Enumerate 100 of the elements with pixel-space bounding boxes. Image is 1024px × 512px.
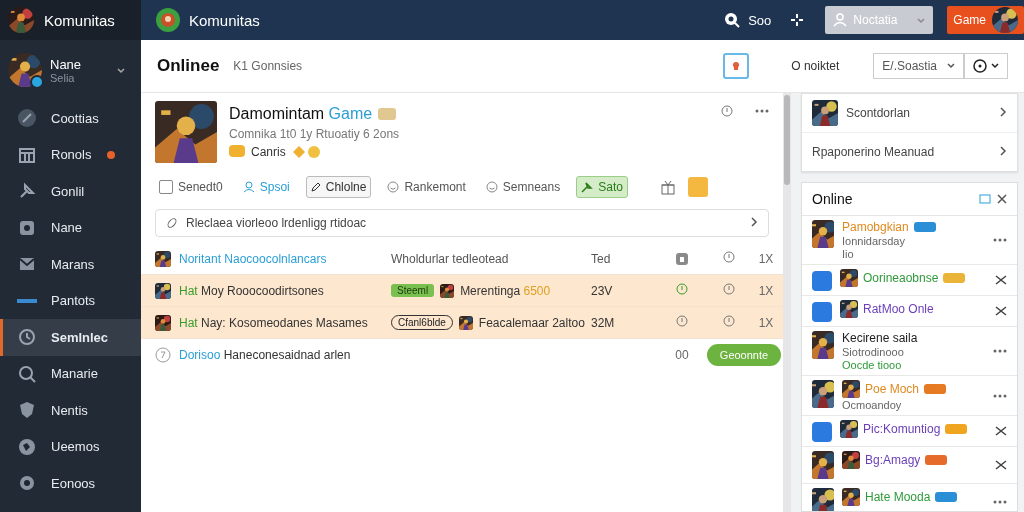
status-dot: [30, 75, 44, 89]
table-cell-text: 00: [674, 347, 690, 362]
sidebar-item[interactable]: Nentis: [0, 392, 141, 429]
user-status: Selia: [50, 71, 76, 84]
user-name: Nane: [50, 56, 82, 72]
user-icon: [242, 181, 255, 193]
close-icon[interactable]: [997, 194, 1007, 204]
chip-label: Canris: [251, 145, 286, 159]
table-cell-text: 1X: [757, 315, 775, 330]
column-header: Ted: [591, 251, 612, 266]
sort-dropdown[interactable]: E/.Soastia: [873, 53, 964, 79]
pin-icon: [581, 181, 594, 193]
smiley-icon: [387, 181, 400, 193]
status-text: Iio: [842, 248, 854, 260]
chevron-icon: [999, 146, 1007, 156]
chevron-icon: [750, 217, 758, 227]
action-button[interactable]: Rankemont: [383, 176, 470, 198]
person-name[interactable]: Hate Mooda: [865, 490, 931, 504]
more-icon[interactable]: [993, 238, 1007, 242]
tag: [378, 108, 397, 120]
row-title: Hat Moy Rooocoodirtsones: [179, 283, 325, 298]
info-icon: [723, 251, 735, 263]
scrollbar[interactable]: [784, 95, 790, 185]
action-button[interactable]: Semneans: [481, 176, 565, 198]
checkbox-label: Senedt0: [178, 180, 223, 194]
nav-link[interactable]: Soo: [748, 12, 772, 28]
column-header: 1X: [757, 251, 775, 266]
status-icon: [676, 283, 688, 295]
page-title: Komunitas: [189, 11, 260, 29]
app-icon[interactable]: [723, 53, 750, 79]
filter-label: O noiktet: [791, 59, 840, 73]
search-icon[interactable]: [724, 12, 741, 28]
row-title: Noritant Naocoocolnlancars: [179, 251, 328, 266]
sidebar-item[interactable]: Marans: [0, 246, 141, 283]
chevron-icon: [999, 107, 1007, 117]
list-item[interactable]: Scontdorlan: [846, 106, 911, 120]
sidebar-item[interactable]: Ueemos: [0, 428, 141, 465]
person-name[interactable]: RatMoo Onle: [863, 302, 934, 316]
app-icon: [812, 302, 832, 322]
sidebar-item[interactable]: Ronols: [0, 136, 141, 173]
more-icon[interactable]: [755, 109, 769, 113]
caret-icon: [947, 63, 955, 69]
caret-icon: [991, 63, 999, 69]
game-meta: Comnika 1t0 1y Rtuoatiy 6 2ons: [229, 127, 400, 141]
sidebar-item[interactable]: Eonoos: [0, 465, 141, 502]
person-name[interactable]: Oorineaobnse: [863, 271, 939, 285]
sidebar-item[interactable]: Semlnlec: [0, 319, 141, 356]
table-cell-text: 32M: [591, 315, 616, 330]
swap-icon[interactable]: [995, 426, 1007, 436]
more-icon[interactable]: [993, 349, 1007, 353]
app-icon: [812, 422, 832, 442]
status-text: Ocmoandoy: [842, 399, 902, 411]
shield-icon: [17, 400, 37, 421]
status-icon: [676, 315, 688, 327]
person-name[interactable]: Pic:Komuntiog: [863, 422, 941, 436]
table-cell: Merentinga 6500: [460, 283, 551, 298]
sparkle-icon[interactable]: [791, 14, 804, 26]
game-title: Damomintam Game: [229, 105, 373, 123]
globe-icon: [17, 436, 37, 457]
info-icon: [721, 105, 733, 117]
action-button[interactable]: Chlolne: [305, 176, 372, 198]
more-icon[interactable]: [993, 393, 1007, 398]
swap-icon[interactable]: [995, 460, 1007, 470]
more-icon[interactable]: [993, 500, 1007, 504]
sidebar-item[interactable]: Pantots: [0, 282, 141, 319]
sidebar-item[interactable]: Gonlil: [0, 173, 141, 210]
info-icon: [723, 315, 735, 327]
column-header: Wholdurlar tedleotead: [391, 251, 510, 266]
person-name[interactable]: Bg:Amagy: [865, 453, 921, 467]
time-dropdown[interactable]: [964, 53, 1008, 79]
swap-icon[interactable]: [995, 275, 1007, 285]
row-title: Hat Nay: Kosomeodanes Masames: [179, 315, 369, 330]
user-icon: [833, 13, 848, 27]
sidebar-item[interactable]: Manarie: [0, 355, 141, 392]
action-button[interactable]: Sato: [576, 176, 628, 198]
sidebar-item[interactable]: Coottias: [0, 100, 141, 137]
notice-bar[interactable]: Rleclaea viorleoo lrdenligg rtidoac: [155, 209, 769, 237]
emoji-icon: [291, 145, 322, 159]
table-cell: Feacalemaar 2altoo: [478, 315, 585, 330]
feather-icon: [17, 108, 37, 129]
caret-icon: [117, 68, 125, 74]
checkbox[interactable]: [159, 180, 173, 194]
person-name[interactable]: Kecirene saila: [842, 331, 918, 345]
leaf-icon: [166, 217, 178, 229]
table-cell-text: 23V: [591, 283, 614, 298]
game-button[interactable]: Game: [947, 6, 1024, 34]
smiley-icon: [485, 181, 498, 193]
section-subtitle: K1 Gonnsies: [233, 59, 303, 73]
row-title: Dorisoo Haneconesaidnad arlen: [179, 347, 352, 362]
status-text: Oocde tiooo: [842, 359, 902, 371]
section-title: Onlinee: [157, 56, 220, 76]
list-item[interactable]: Rpaponerino Meanuad: [812, 145, 935, 159]
swap-icon[interactable]: [995, 306, 1007, 316]
status-text: Siotrodinooo: [842, 346, 904, 358]
app-icon: [812, 271, 832, 291]
caret-icon: [917, 18, 926, 24]
app-title: Komunitas: [44, 11, 115, 29]
search-icon: [17, 363, 37, 384]
gift-icon[interactable]: [659, 179, 676, 195]
sidebar-item[interactable]: Nane: [0, 209, 141, 246]
